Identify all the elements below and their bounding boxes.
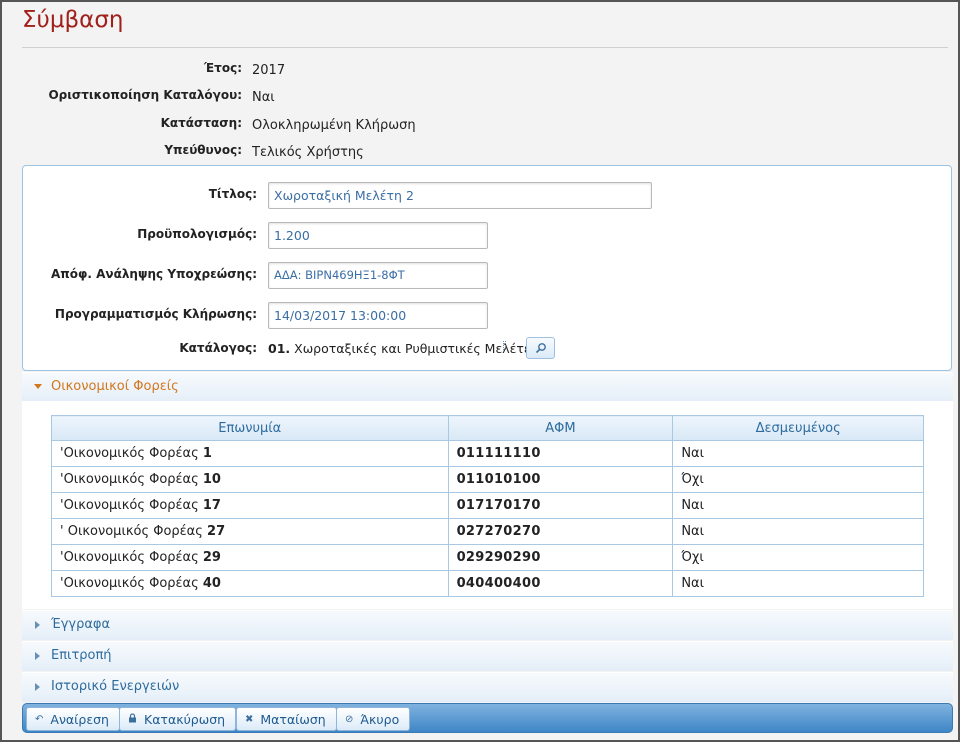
table-row[interactable]: 'Οικονομικός Φορέας 17 017170170 Ναι <box>51 492 924 519</box>
table-row[interactable]: 'Οικονομικός Φορέας 29 029290290 Όχι <box>51 544 924 571</box>
responsible-value: Τελικός Χρήστης <box>252 145 364 160</box>
operator-afm-cell: 040400400 <box>447 570 674 597</box>
operator-name-cell: 'Οικονομικός Φορέας 17 <box>51 492 449 519</box>
operator-name-number: 29 <box>202 550 221 565</box>
revoke-label: Αναίρεση <box>50 711 109 727</box>
operator-name-number: 17 <box>202 498 221 513</box>
undo-icon: ↶ <box>35 713 44 725</box>
magnifier-icon <box>535 343 546 354</box>
operator-bound-cell: Ναι <box>672 518 924 545</box>
info-row-year: Έτος: 2017 <box>22 61 622 79</box>
column-header-name[interactable]: Επωνυμία <box>51 415 449 441</box>
operator-bound-cell: Ναι <box>672 440 924 467</box>
info-row-responsible: Υπεύθυνος: Τελικός Χρήστης <box>22 143 622 161</box>
column-header-afm[interactable]: ΑΦΜ <box>447 415 674 441</box>
operator-name-prefix: 'Οικονομικός Φορέας <box>60 446 199 461</box>
status-value: Ολοκληρωμένη Κλήρωση <box>252 118 416 133</box>
operator-bound-cell: Ναι <box>672 570 924 597</box>
catalog-search-button[interactable] <box>526 337 555 359</box>
commitment-field[interactable]: ΑΔΑ: ΒΙΡΝ469ΗΞ1-8ΦΤ <box>268 262 488 289</box>
operator-name-number: 40 <box>202 576 221 591</box>
section-documents-header[interactable]: Έγγραφα <box>22 610 953 640</box>
schedule-field[interactable]: 14/03/2017 13:00:00 <box>268 302 488 329</box>
operator-name-cell: ' Οικονομικός Φορέας 27 <box>51 518 449 545</box>
section-history-header[interactable]: Ιστορικό Ενεργειών <box>22 672 953 702</box>
operator-afm-cell: 027270270 <box>447 518 674 545</box>
info-row-catalog-finalization: Οριστικοποίηση Καταλόγου: Ναι <box>22 88 622 106</box>
table-row[interactable]: 'Οικονομικός Φορέας 10 011010100 Όχι <box>51 466 924 493</box>
section-history-label: Ιστορικό Ενεργειών <box>51 679 180 694</box>
table-header-row: Επωνυμία ΑΦΜ Δεσμευμένος <box>51 415 924 441</box>
operator-name-cell: 'Οικονομικός Φορέας 29 <box>51 544 449 571</box>
section-committee-label: Επιτροπή <box>51 648 112 663</box>
title-divider <box>22 47 948 48</box>
section-operators-header[interactable]: Οικονομικοί Φορείς <box>22 372 953 402</box>
operator-afm-cell: 011111110 <box>447 440 674 467</box>
page-title: Σύμβαση <box>22 7 124 33</box>
responsible-label: Υπεύθυνος: <box>164 143 242 157</box>
chevron-right-icon <box>35 683 40 691</box>
operators-table: Επωνυμία ΑΦΜ Δεσμευμένος 'Οικονομικός Φο… <box>51 415 924 597</box>
award-label: Κατακύρωση <box>144 711 226 727</box>
operator-name-cell: 'Οικονομικός Φορέας 10 <box>51 466 449 493</box>
chevron-right-icon <box>35 621 40 629</box>
section-operators-label: Οικονομικοί Φορείς <box>51 379 179 394</box>
catalog-label: Κατάλογος: <box>179 341 257 355</box>
operator-afm-cell: 029290290 <box>447 544 674 571</box>
status-label: Κατάσταση: <box>160 116 242 130</box>
operator-name-prefix: 'Οικονομικός Φορέας <box>60 498 199 513</box>
x-icon: ✖ <box>245 713 254 725</box>
operator-name-prefix: 'Οικονομικός Φορέας <box>60 472 199 487</box>
void-button[interactable]: ⊘ Άκυρο <box>336 707 411 731</box>
section-committee-header[interactable]: Επιτροπή <box>22 641 953 671</box>
operator-name-cell: 'Οικονομικός Φορέας 40 <box>51 570 449 597</box>
schedule-label: Προγραμματισμός Κλήρωσης: <box>54 307 257 321</box>
grip-icon[interactable] <box>503 341 506 350</box>
table-row[interactable]: ' Οικονομικός Φορέας 27 027270270 Ναι <box>51 518 924 545</box>
operator-afm-cell: 011010100 <box>447 466 674 493</box>
section-operators-body: Επωνυμία ΑΦΜ Δεσμευμένος 'Οικονομικός Φο… <box>22 401 953 609</box>
title-label: Τίτλος: <box>208 187 257 201</box>
catalog-finalization-value: Ναι <box>252 90 275 105</box>
operator-afm-cell: 017170170 <box>447 492 674 519</box>
year-label: Έτος: <box>204 61 242 75</box>
void-label: Άκυρο <box>360 711 400 727</box>
operator-name-prefix: 'Οικονομικός Φορέας <box>60 576 199 591</box>
operator-name-number: 10 <box>202 472 221 487</box>
cancel-label: Ματαίωση <box>260 711 326 727</box>
table-row[interactable]: 'Οικονομικός Φορέας 1 011111110 Ναι <box>51 440 924 467</box>
prohibited-icon: ⊘ <box>345 713 354 725</box>
table-row[interactable]: 'Οικονομικός Φορέας 40 040400400 Ναι <box>51 570 924 597</box>
catalog-finalization-label: Οριστικοποίηση Καταλόγου: <box>48 88 242 102</box>
title-field[interactable]: Χωροταξική Μελέτη 2 <box>268 182 652 209</box>
award-button[interactable]: Κατακύρωση <box>119 707 237 731</box>
operator-bound-cell: Όχι <box>672 466 924 493</box>
budget-label: Προϋπολογισμός: <box>137 227 257 241</box>
operator-bound-cell: Ναι <box>672 492 924 519</box>
catalog-value: 01. Χωροταξικές και Ρυθμιστικές Μελέτες <box>268 341 538 356</box>
operator-name-number: 27 <box>207 524 226 539</box>
info-row-status: Κατάσταση: Ολοκληρωμένη Κλήρωση <box>22 116 622 134</box>
operator-name-number: 1 <box>202 446 212 461</box>
operator-name-prefix: ' Οικονομικός Φορέας <box>60 524 203 539</box>
section-documents-label: Έγγραφα <box>51 617 111 632</box>
chevron-down-icon <box>34 384 42 389</box>
cancel-button[interactable]: ✖ Ματαίωση <box>236 707 337 731</box>
commitment-label: Απόφ. Ανάληψης Υποχρεώσης: <box>50 267 257 281</box>
lock-icon <box>128 712 137 726</box>
column-header-bound[interactable]: Δεσμευμένος <box>672 415 924 441</box>
contract-window: Σύμβαση Έτος: 2017 Οριστικοποίηση Καταλό… <box>0 0 960 742</box>
action-toolbar: ↶ Αναίρεση Κατακύρωση ✖ Ματαίωση ⊘ Άκυρο <box>22 703 953 733</box>
contract-form: Τίτλος: Χωροταξική Μελέτη 2 Προϋπολογισμ… <box>22 165 952 371</box>
budget-field[interactable]: 1.200 <box>268 222 488 249</box>
catalog-code: 01. <box>268 341 291 356</box>
operator-name-cell: 'Οικονομικός Φορέας 1 <box>51 440 449 467</box>
operator-name-prefix: 'Οικονομικός Φορέας <box>60 550 199 565</box>
year-value: 2017 <box>252 63 286 78</box>
chevron-right-icon <box>35 652 40 660</box>
operator-bound-cell: Όχι <box>672 544 924 571</box>
catalog-name: Χωροταξικές και Ρυθμιστικές Μελέτες <box>294 341 538 356</box>
revoke-button[interactable]: ↶ Αναίρεση <box>26 707 120 731</box>
